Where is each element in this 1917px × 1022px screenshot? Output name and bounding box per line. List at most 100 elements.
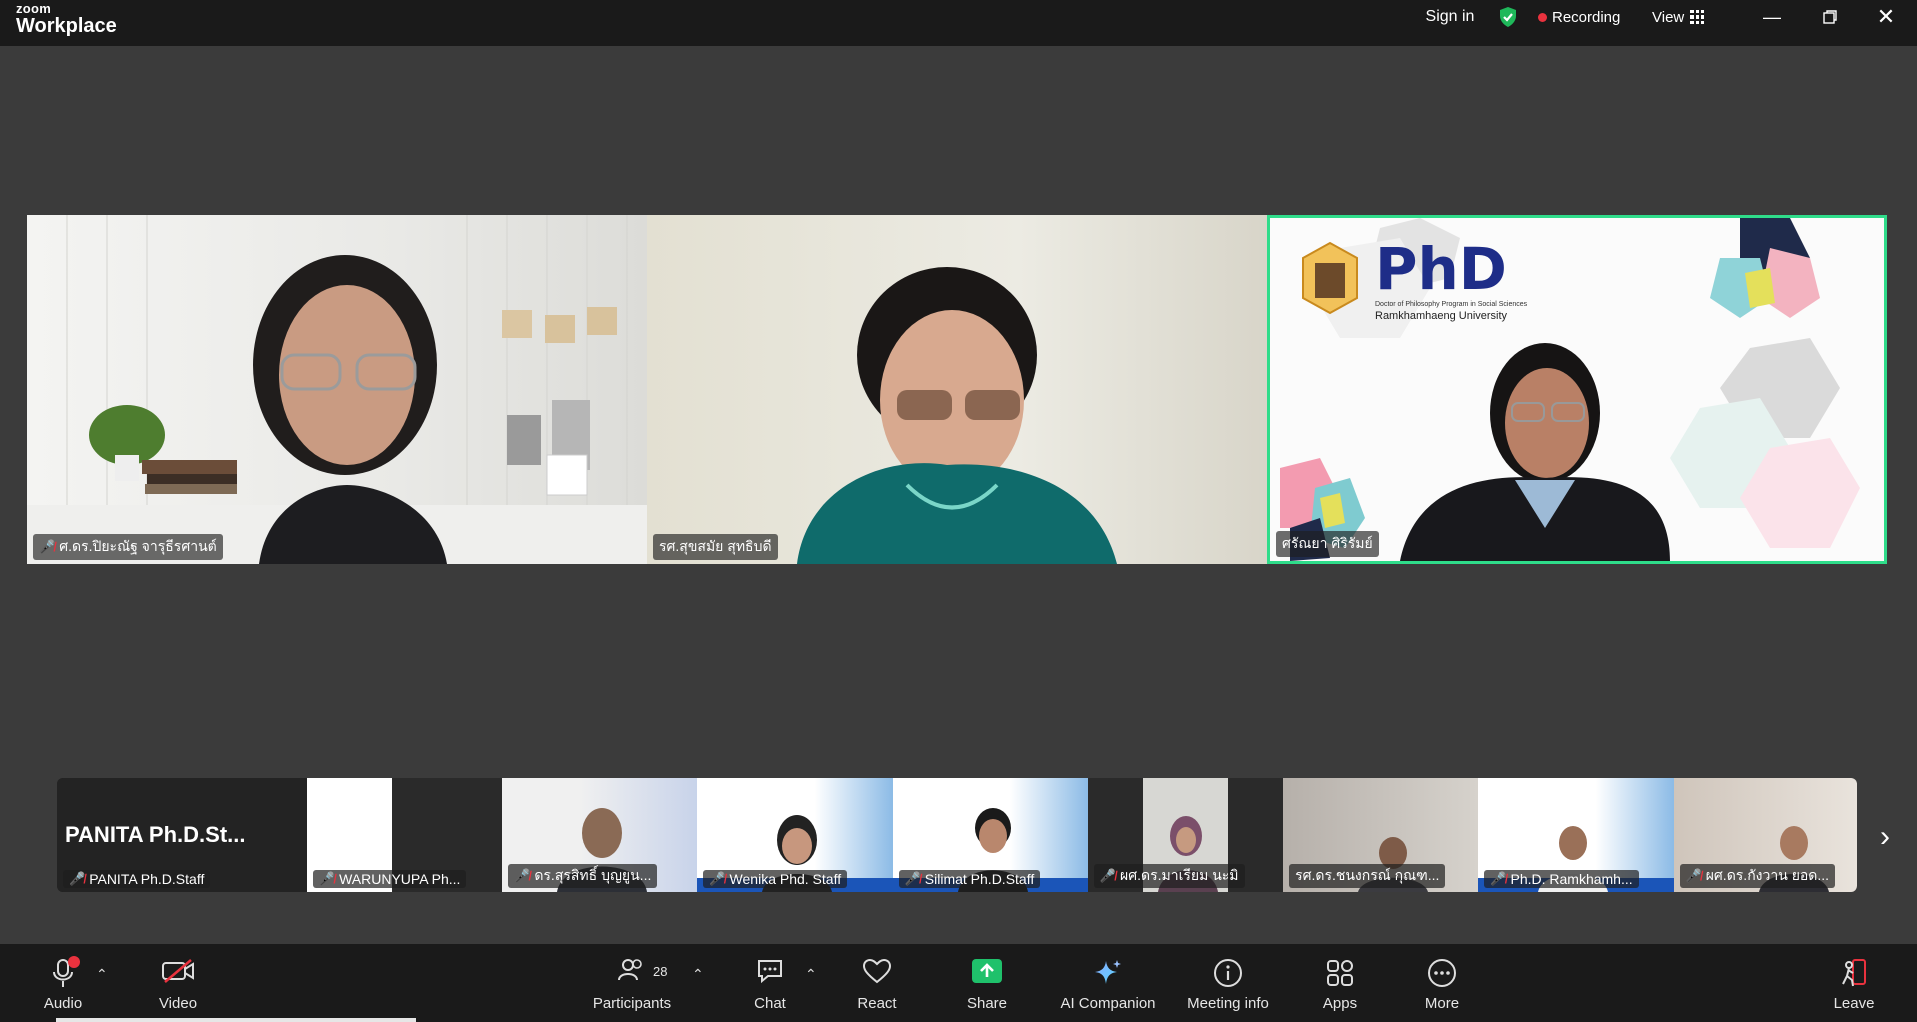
participant-name: Wenika Phd. Staff (729, 871, 842, 887)
mic-muted-icon: 🎤̸ (709, 871, 726, 886)
audio-options-chevron-icon[interactable]: ⌃ (96, 966, 108, 983)
audio-label: Audio (43, 995, 83, 1012)
video-feed-1 (27, 215, 647, 564)
app-logo: zoom Workplace (16, 2, 117, 36)
strip-tile[interactable]: 🎤̸ ผศ.ดร.มาเรียม นะมิ (1087, 778, 1284, 892)
video-button[interactable]: Video (153, 944, 203, 1018)
record-dot-icon (1538, 12, 1547, 22)
participant-name-tag: 🎤̸ Ph.D. Ramkhamh... (1484, 870, 1639, 888)
mic-muted-icon: 🎤̸ (1099, 868, 1117, 883)
ai-companion-label: AI Companion (1060, 995, 1156, 1012)
participants-options-chevron-icon[interactable]: ⌃ (692, 966, 704, 983)
strip-tile[interactable]: 🎤̸ WARUNYUPA Ph... (306, 778, 503, 892)
meeting-info-button[interactable]: Meeting info (1180, 944, 1276, 1018)
view-button[interactable]: View (1652, 0, 1705, 34)
video-tile-1[interactable]: 🎤̸ ศ.ดร.ปิยะณัฐ จารุธีรศานต์ (27, 215, 647, 564)
mic-muted-icon: 🎤̸ (1490, 871, 1507, 886)
brand-small: zoom (16, 1, 52, 16)
participant-count: 28 (653, 964, 668, 979)
leave-button[interactable]: Leave (1830, 944, 1878, 1018)
video-feed-2 (797, 267, 1117, 564)
participants-icon (618, 958, 644, 987)
participant-name: รศ.ดร.ชนงกรณ์ กุณฑ... (1295, 867, 1440, 883)
participant-name-tag: รศ.ดร.ชนงกรณ์ กุณฑ... (1289, 864, 1446, 888)
more-dots-icon (1427, 958, 1457, 993)
title-bar: zoom Workplace Sign in Recording View — … (0, 0, 1917, 46)
grid-view-icon (1690, 10, 1705, 24)
strip-tile[interactable]: 🎤̸ Ph.D. Ramkhamh... (1478, 778, 1674, 892)
participant-name: รศ.สุขสมัย สุทธิบดี (659, 538, 772, 554)
leave-label: Leave (1833, 995, 1875, 1012)
strip-tile[interactable]: PANITA Ph.D.St... 🎤̸ PANITA Ph.D.Staff (57, 778, 307, 892)
restore-icon[interactable] (1806, 0, 1854, 34)
program-subtitle: Doctor of Philosophy Program in Social S… (1375, 301, 1528, 308)
participant-initial-name: PANITA Ph.D.St... (65, 822, 246, 847)
participant-name-tag: 🎤̸ ผศ.ดร.กังวาน ยอด... (1679, 864, 1836, 888)
video-tile-2[interactable]: รศ.สุขสมัย สุทธิบดี (647, 215, 1267, 564)
participant-name: ผศ.ดร.กังวาน ยอด... (1705, 867, 1830, 883)
brand-large: Workplace (16, 15, 117, 37)
more-label: More (1424, 995, 1460, 1012)
participant-strip: PANITA Ph.D.St... 🎤̸ PANITA Ph.D.Staff 🎤̸… (57, 778, 1857, 892)
apps-label: Apps (1322, 995, 1358, 1012)
share-button[interactable]: Share (962, 944, 1012, 1018)
recording-indicator[interactable]: Recording (1538, 0, 1620, 34)
strip-tile[interactable]: 🎤̸ ดร.สุรสิทธิ์ บุญยูน... (502, 778, 698, 892)
apps-button[interactable]: Apps (1316, 944, 1364, 1018)
participant-name: ดร.สุรสิทธิ์ บุญยูน... (534, 867, 652, 883)
leave-door-icon (1839, 958, 1869, 993)
university-name: Ramkhamhaeng University (1375, 310, 1508, 322)
sign-in-button[interactable]: Sign in (1410, 0, 1490, 34)
mic-muted-icon: 🎤̸ (69, 871, 86, 886)
mic-muted-icon: 🎤̸ (514, 868, 531, 883)
participant-name: Ph.D. Ramkhamh... (1510, 871, 1633, 887)
participant-name-tag: 🎤̸ ผศ.ดร.มาเรียม นะมิ (1093, 864, 1245, 888)
share-label: Share (966, 995, 1008, 1012)
strip-tile[interactable]: 🎤̸ ผศ.ดร.กังวาน ยอด... (1673, 778, 1857, 892)
participant-name-tag: 🎤̸ ศ.ดร.ปิยะณัฐ จารุธีรศานต์ (33, 534, 223, 560)
share-screen-icon (971, 958, 1003, 989)
participants-label: Participants (592, 995, 672, 1012)
participant-name-tag: 🎤̸ Silimat Ph.D.Staff (898, 870, 1041, 888)
chat-icon (756, 958, 784, 989)
mic-muted-icon: 🎤̸ (39, 539, 56, 554)
video-off-icon (161, 958, 195, 989)
more-button[interactable]: More (1418, 944, 1466, 1018)
shield-icon[interactable] (1495, 0, 1521, 34)
participant-name-tag: ศรัณยา ศิริรัมย์ (1276, 531, 1379, 557)
participant-name: PANITA Ph.D.Staff (89, 871, 205, 887)
audio-button[interactable]: Audio (38, 944, 88, 1018)
strip-tile[interactable]: 🎤̸ Wenika Phd. Staff (697, 778, 893, 892)
participant-name: WARUNYUPA Ph... (339, 871, 461, 887)
video-label: Video (158, 995, 198, 1012)
participant-name-tag: 🎤̸ Wenika Phd. Staff (703, 870, 848, 888)
participant-name: ผศ.ดร.มาเรียม นะมิ (1120, 867, 1239, 883)
mic-alert-badge (68, 956, 80, 968)
react-button[interactable]: React (852, 944, 902, 1018)
participant-name-tag: 🎤̸ WARUNYUPA Ph... (312, 870, 467, 888)
video-tile-active-speaker[interactable]: PhD Doctor of Philosophy Program in Soci… (1267, 215, 1887, 564)
virtual-background (1280, 218, 1860, 561)
ai-companion-button[interactable]: AI Companion (1060, 944, 1156, 1018)
microphone-icon (52, 956, 80, 993)
mic-muted-icon: 🎤̸ (318, 871, 336, 886)
chat-button[interactable]: Chat (748, 944, 792, 1018)
participants-button[interactable]: 28 Participants (590, 944, 674, 1018)
mic-muted-icon: 🎤̸ (904, 871, 921, 886)
next-page-chevron-icon[interactable]: › (1880, 820, 1890, 854)
close-icon[interactable]: ✕ (1862, 0, 1910, 34)
meeting-info-label: Meeting info (1187, 995, 1269, 1012)
strip-tile[interactable]: รศ.ดร.ชนงกรณ์ กุณฑ... (1283, 778, 1479, 892)
strip-tile[interactable]: 🎤̸ Silimat Ph.D.Staff (892, 778, 1088, 892)
chat-options-chevron-icon[interactable]: ⌃ (805, 966, 817, 983)
apps-icon (1325, 958, 1355, 993)
recording-label: Recording (1552, 8, 1621, 26)
mic-muted-icon: 🎤̸ (1685, 868, 1702, 883)
participant-name: ศ.ดร.ปิยะณัฐ จารุธีรศานต์ (59, 538, 217, 554)
view-label: View (1652, 8, 1685, 26)
info-icon (1213, 958, 1243, 993)
minimize-icon[interactable]: — (1748, 0, 1796, 34)
participant-name: ศรัณยา ศิริรัมย์ (1282, 535, 1373, 551)
sparkle-icon (1092, 958, 1124, 993)
meeting-toolbar: Audio ⌃ Video 28 Participants ⌃ Chat ⌃ R… (0, 944, 1917, 1022)
